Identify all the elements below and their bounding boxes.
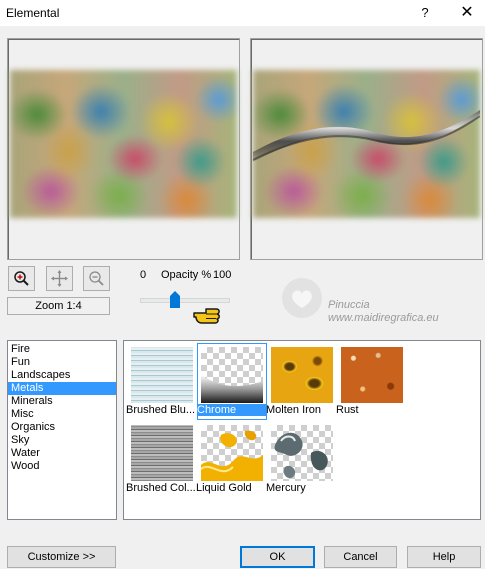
category-item-metals[interactable]: Metals: [8, 382, 116, 395]
zoom-out-button[interactable]: [83, 266, 110, 291]
preset-label-rust[interactable]: Rust: [336, 404, 406, 416]
preset-thumb-chrome[interactable]: [201, 347, 263, 403]
preset-label-liquid-gold[interactable]: Liquid Gold: [196, 482, 266, 494]
pan-button[interactable]: [46, 266, 73, 291]
preset-gallery[interactable]: Brushed Blu... Chrome Molten Iron Rust B…: [123, 340, 481, 520]
opacity-label: Opacity %: [161, 269, 212, 281]
zoom-in-button[interactable]: [8, 266, 35, 291]
category-item-organics[interactable]: Organics: [8, 421, 116, 434]
preset-label-molten-iron[interactable]: Molten Iron: [266, 404, 336, 416]
ok-button[interactable]: OK: [240, 546, 315, 568]
pan-move-icon: [51, 270, 68, 287]
preset-thumb-brushed-color[interactable]: [131, 425, 193, 481]
category-item-sky[interactable]: Sky: [8, 434, 116, 447]
zoom-out-icon: [89, 271, 104, 286]
watermark-url: www.maidiregrafica.eu: [328, 312, 439, 324]
category-item-water[interactable]: Water: [8, 447, 116, 460]
opacity-min-label: 0: [140, 269, 147, 281]
customize-button[interactable]: Customize >>: [7, 546, 116, 568]
zoom-in-icon: [14, 271, 29, 286]
preset-label-mercury[interactable]: Mercury: [266, 482, 336, 494]
category-item-wood[interactable]: Wood: [8, 460, 116, 473]
result-preview: [250, 38, 483, 260]
preset-label-brushed-blue[interactable]: Brushed Blu...: [126, 404, 196, 416]
category-item-fun[interactable]: Fun: [8, 356, 116, 369]
original-preview-image: [10, 70, 237, 218]
preset-label-chrome[interactable]: Chrome: [197, 404, 266, 416]
help-title-button[interactable]: ?: [410, 2, 440, 24]
category-list[interactable]: Fire Fun Landscapes Metals Minerals Misc…: [7, 340, 117, 520]
chrome-wave-overlay: [253, 110, 480, 162]
opacity-slider-thumb[interactable]: [170, 291, 181, 308]
category-item-landscapes[interactable]: Landscapes: [8, 369, 116, 382]
help-button[interactable]: Help: [407, 546, 481, 568]
opacity-slider-track[interactable]: [140, 298, 230, 303]
preset-thumb-liquid-gold[interactable]: [200, 425, 263, 481]
window-title: Elemental: [6, 6, 60, 20]
close-icon[interactable]: ✕: [452, 2, 482, 24]
preset-thumb-rust[interactable]: [341, 347, 403, 403]
category-item-misc[interactable]: Misc: [8, 408, 116, 421]
watermark-logo: [282, 278, 322, 318]
preset-thumb-molten-iron[interactable]: [271, 347, 333, 403]
watermark-name: Pinuccia: [328, 299, 370, 311]
pointing-hand-icon: [193, 308, 220, 324]
preset-thumb-brushed-blue[interactable]: [131, 347, 193, 403]
preset-thumb-mercury[interactable]: [271, 425, 333, 481]
cancel-button[interactable]: Cancel: [324, 546, 397, 568]
category-item-fire[interactable]: Fire: [8, 343, 116, 356]
opacity-max-label: 100: [213, 269, 232, 281]
preset-label-brushed-color[interactable]: Brushed Col...: [126, 482, 196, 494]
category-item-minerals[interactable]: Minerals: [8, 395, 116, 408]
original-preview[interactable]: [7, 38, 240, 260]
zoom-level-label: Zoom 1:4: [7, 297, 110, 315]
